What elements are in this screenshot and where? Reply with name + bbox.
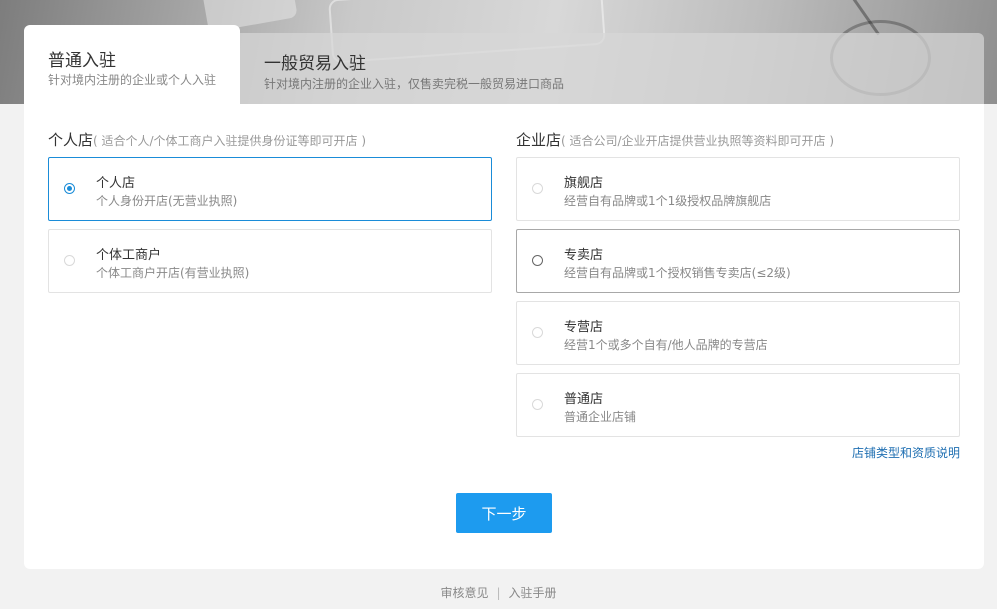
option-description: 经营自有品牌或1个授权销售专卖店(≤2级) xyxy=(564,266,791,280)
option-individual-business[interactable]: 个体工商户 个体工商户开店(有营业执照) xyxy=(48,229,492,293)
option-description: 经营1个或多个自有/他人品牌的专营店 xyxy=(564,338,768,352)
radio-button[interactable] xyxy=(64,255,75,266)
tab-subtitle: 针对境内注册的企业入驻，仅售卖完税一般贸易进口商品 xyxy=(264,77,565,91)
tab-title: 普通入驻 xyxy=(48,51,116,71)
tab-general-trade-entry[interactable]: 一般贸易入驻 针对境内注册的企业入驻，仅售卖完税一般贸易进口商品 xyxy=(240,33,640,104)
option-description: 普通企业店铺 xyxy=(564,410,637,424)
radio-button[interactable] xyxy=(64,183,75,194)
store-type-panel: 个人店( 适合个人/个体工商户入驻提供身份证等即可开店 ) 个人店 个人身份开店… xyxy=(24,104,984,569)
footer-separator: | xyxy=(496,586,501,600)
enterprise-section-title: 企业店( 适合公司/企业开店提供营业执照等资料即可开店 ) xyxy=(516,129,834,150)
footer: 审核意见 | 入驻手册 xyxy=(0,584,997,601)
option-specialty-store[interactable]: 专营店 经营1个或多个自有/他人品牌的专营店 xyxy=(516,301,960,365)
section-title-text: 企业店 xyxy=(516,131,562,149)
footer-link-review-opinion[interactable]: 审核意见 xyxy=(440,586,488,600)
tab-normal-entry[interactable]: 普通入驻 针对境内注册的企业或个人入驻 xyxy=(24,25,240,105)
option-description: 经营自有品牌或1个1级授权品牌旗舰店 xyxy=(564,194,772,208)
option-title: 旗舰店 xyxy=(564,176,604,191)
option-regular-store[interactable]: 普通店 普通企业店铺 xyxy=(516,373,960,437)
option-exclusive-store[interactable]: 专卖店 经营自有品牌或1个授权销售专卖店(≤2级) xyxy=(516,229,960,293)
section-title-text: 个人店 xyxy=(48,131,94,149)
radio-button[interactable] xyxy=(532,255,543,266)
radio-button[interactable] xyxy=(532,183,543,194)
option-title: 普通店 xyxy=(564,392,604,407)
section-hint: ( 适合个人/个体工商户入驻提供身份证等即可开店 ) xyxy=(93,134,367,148)
radio-button[interactable] xyxy=(532,327,543,338)
option-personal-store[interactable]: 个人店 个人身份开店(无营业执照) xyxy=(48,157,492,221)
radio-button[interactable] xyxy=(532,399,543,410)
tab-subtitle: 针对境内注册的企业或个人入驻 xyxy=(48,73,217,87)
option-flagship-store[interactable]: 旗舰店 经营自有品牌或1个1级授权品牌旗舰店 xyxy=(516,157,960,221)
store-type-help-link[interactable]: 店铺类型和资质说明 xyxy=(852,444,960,461)
option-title: 专营店 xyxy=(564,320,604,335)
section-hint: ( 适合公司/企业开店提供营业执照等资料即可开店 ) xyxy=(561,134,835,148)
footer-link-entry-manual[interactable]: 入驻手册 xyxy=(509,586,557,600)
option-description: 个人身份开店(无营业执照) xyxy=(96,194,238,208)
personal-section-title: 个人店( 适合个人/个体工商户入驻提供身份证等即可开店 ) xyxy=(48,129,366,150)
option-description: 个体工商户开店(有营业执照) xyxy=(96,266,250,280)
option-title: 个人店 xyxy=(96,176,136,191)
option-title: 个体工商户 xyxy=(96,248,162,263)
option-title: 专卖店 xyxy=(564,248,604,263)
next-step-button[interactable]: 下一步 xyxy=(456,493,552,533)
tab-title: 一般贸易入驻 xyxy=(264,54,366,74)
